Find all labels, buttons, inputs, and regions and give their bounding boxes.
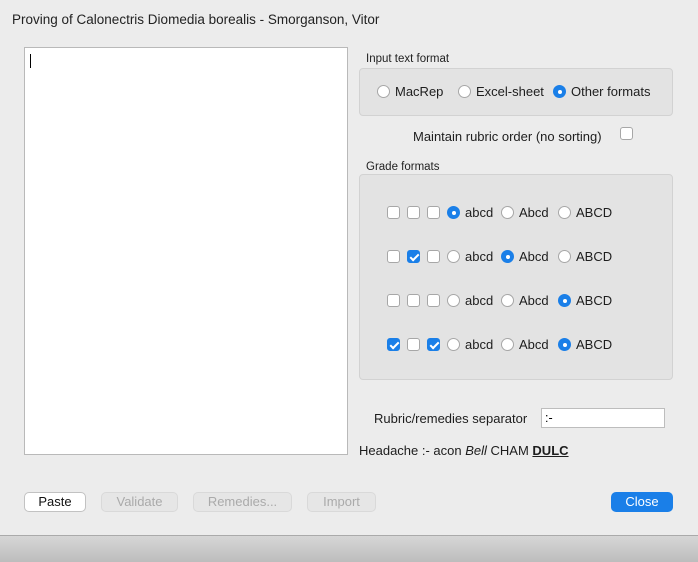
grade-row1-label-abcd-capital[interactable]: Abcd [519,205,549,220]
separator-input[interactable] [541,408,665,428]
example-italic-remedy: Bell [465,443,487,458]
grade-row2-checkbox-2[interactable] [407,250,420,263]
grade-row2-label-abcd[interactable]: abcd [465,249,493,264]
grade-row1-radio-abcd-upper[interactable] [558,206,571,219]
grade-row4-checkbox-2[interactable] [407,338,420,351]
maintain-rubric-order-checkbox[interactable] [620,127,633,140]
grade-row4-label-abcd[interactable]: abcd [465,337,493,352]
grade-formats-label: Grade formats [366,161,440,173]
window-bottom-bar [0,535,698,562]
input-text-format-group: MacRep Excel-sheet Other formats [359,68,673,116]
separator-example: Headache :- acon Bell CHAM DULC [359,443,569,458]
grade-row3-label-abcd-upper[interactable]: ABCD [576,293,612,308]
grade-row2-label-abcd-upper[interactable]: ABCD [576,249,612,264]
grade-row2-checkbox-1[interactable] [387,250,400,263]
grade-row4-radio-abcd-capital[interactable] [501,338,514,351]
grade-row2-label-abcd-capital[interactable]: Abcd [519,249,549,264]
validate-button[interactable]: Validate [101,492,178,512]
grade-row1-checkbox-3[interactable] [427,206,440,219]
grade-row4-checkbox-3[interactable] [427,338,440,351]
grade-row4-radio-abcd-upper[interactable] [558,338,571,351]
grade-row3-radio-abcd-capital[interactable] [501,294,514,307]
grade-row3-label-abcd-capital[interactable]: Abcd [519,293,549,308]
grade-row3-checkbox-1[interactable] [387,294,400,307]
grade-row1-checkbox-1[interactable] [387,206,400,219]
grade-row1-radio-abcd-capital[interactable] [501,206,514,219]
grade-row1-radio-abcd[interactable] [447,206,460,219]
import-button[interactable]: Import [307,492,376,512]
example-middle: CHAM [486,443,533,458]
close-button[interactable]: Close [611,492,673,512]
example-bold-remedy: DULC [532,443,569,458]
grade-row4-checkbox-1[interactable] [387,338,400,351]
radio-other-formats[interactable] [553,85,566,98]
input-text-area[interactable] [24,47,348,455]
grade-row4-label-abcd-upper[interactable]: ABCD [576,337,612,352]
radio-macrep[interactable] [377,85,390,98]
grade-row3-radio-abcd-upper[interactable] [558,294,571,307]
grade-formats-group: abcd Abcd ABCD abcd Abcd ABCD abcd Abcd … [359,174,673,380]
window-title: Proving of Calonectris Diomedia borealis… [12,12,380,27]
grade-row1-label-abcd[interactable]: abcd [465,205,493,220]
separator-label: Rubric/remedies separator [374,411,528,426]
grade-row1-label-abcd-upper[interactable]: ABCD [576,205,612,220]
grade-row2-radio-abcd[interactable] [447,250,460,263]
grade-row3-checkbox-2[interactable] [407,294,420,307]
grade-row3-label-abcd[interactable]: abcd [465,293,493,308]
radio-other-formats-label[interactable]: Other formats [571,84,650,99]
grade-row2-radio-abcd-capital[interactable] [501,250,514,263]
grade-row3-radio-abcd[interactable] [447,294,460,307]
grade-row2-radio-abcd-upper[interactable] [558,250,571,263]
grade-row2-checkbox-3[interactable] [427,250,440,263]
input-text-format-label: Input text format [366,53,450,65]
paste-button[interactable]: Paste [24,492,86,512]
example-prefix: Headache :- acon [359,443,466,458]
radio-excel-sheet[interactable] [458,85,471,98]
grade-row4-label-abcd-capital[interactable]: Abcd [519,337,549,352]
text-caret [30,54,31,68]
radio-macrep-label[interactable]: MacRep [395,84,443,99]
grade-row1-checkbox-2[interactable] [407,206,420,219]
grade-row3-checkbox-3[interactable] [427,294,440,307]
remedies-button[interactable]: Remedies... [193,492,292,512]
radio-excel-sheet-label[interactable]: Excel-sheet [476,84,544,99]
maintain-rubric-order-label: Maintain rubric order (no sorting) [413,129,602,144]
grade-row4-radio-abcd[interactable] [447,338,460,351]
